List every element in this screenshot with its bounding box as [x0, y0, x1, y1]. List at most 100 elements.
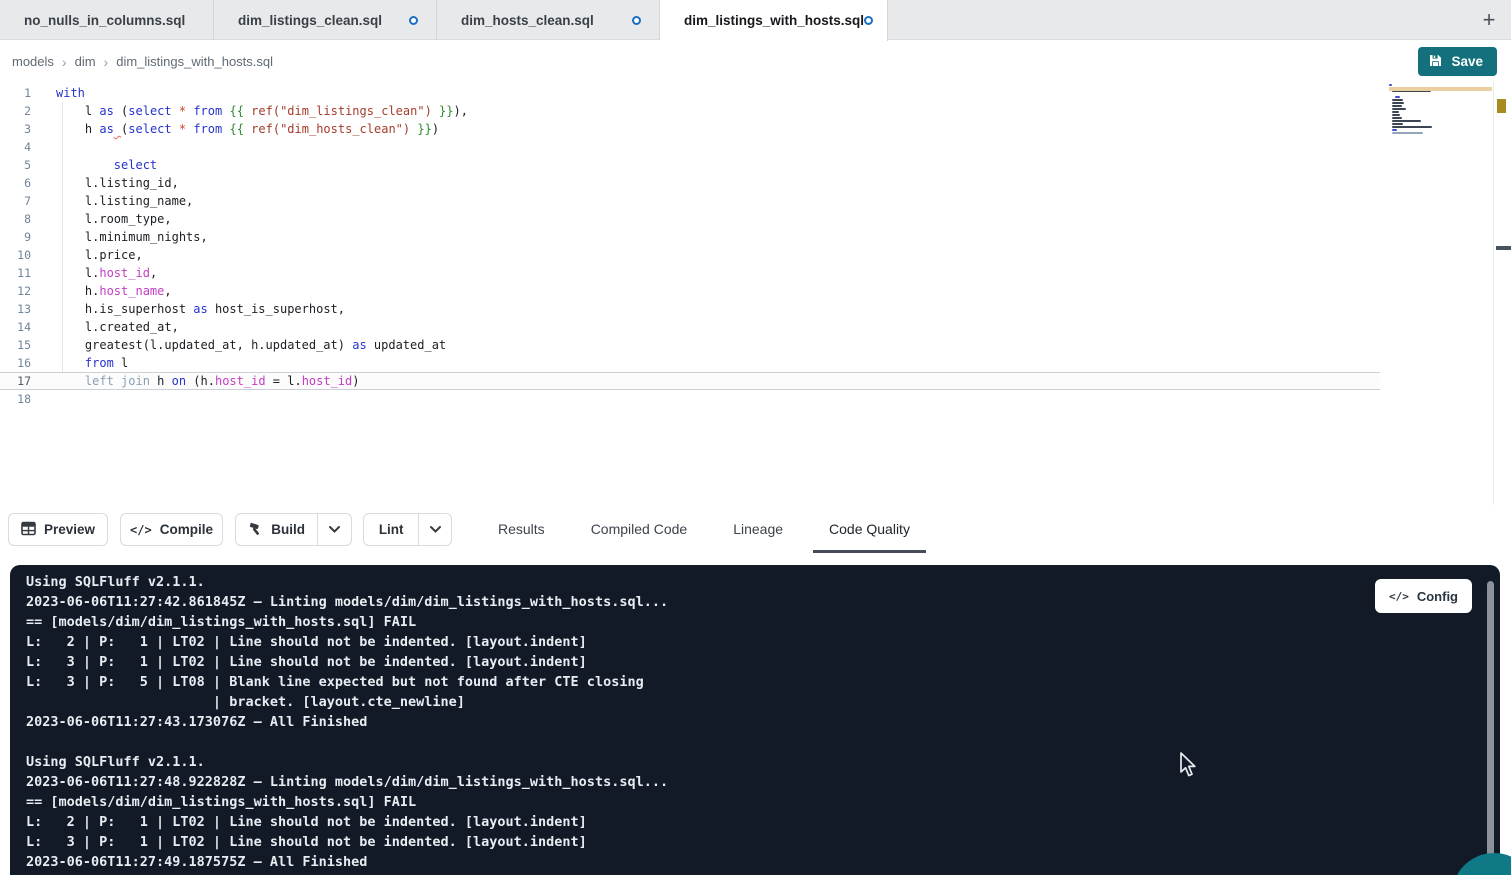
overview-ruler-position-marker	[1496, 246, 1511, 250]
terminal-line: L: 3 | P: 1 | LT02 | Line should not be …	[26, 834, 1500, 854]
new-tab-button[interactable]: +	[1467, 0, 1511, 40]
terminal-scrollbar[interactable]	[1487, 581, 1494, 865]
minimap-line	[1392, 132, 1422, 134]
terminal-line: L: 3 | P: 1 | LT02 | Line should not be …	[26, 654, 1500, 674]
unsaved-changes-dot	[632, 16, 641, 25]
terminal-line: 2023-06-06T11:27:43.173076Z – All Finish…	[26, 714, 1500, 734]
line-number: 6	[0, 174, 31, 192]
terminal-line: Using SQLFluff v2.1.1.	[26, 574, 1500, 594]
code-line[interactable]: 9 l.minimum_nights,	[0, 228, 1380, 246]
code-line[interactable]: 18	[0, 390, 1380, 408]
save-button[interactable]: Save	[1418, 47, 1497, 76]
code-line[interactable]: 5 select	[0, 156, 1380, 174]
minimap-line	[1392, 120, 1421, 122]
file-header-bar: models › dim › dim_listings_with_hosts.sql S…	[0, 41, 1511, 82]
breadcrumb-item[interactable]: models	[12, 54, 54, 69]
preview-grid-icon	[21, 521, 36, 539]
minimap-line	[1395, 96, 1400, 98]
result-tab-lineage[interactable]: Lineage	[717, 505, 799, 553]
code-text: greatest(l.updated_at, h.updated_at) as …	[56, 336, 446, 354]
terminal-line: L: 2 | P: 1 | LT02 | Line should not be …	[26, 634, 1500, 654]
code-line[interactable]: 14 l.created_at,	[0, 318, 1380, 336]
terminal-line: L: 2 | P: 1 | LT02 | Line should not be …	[26, 814, 1500, 834]
code-text: left join h on (h.host_id = l.host_id)	[56, 372, 360, 390]
terminal-line: L: 3 | P: 5 | LT08 | Blank line expected…	[26, 674, 1500, 694]
breadcrumb: models › dim › dim_listings_with_hosts.sql	[12, 41, 273, 82]
file-tab-label: no_nulls_in_columns.sql	[24, 13, 185, 28]
breadcrumb-item[interactable]: dim	[75, 54, 96, 69]
terminal-line: == [models/dim/dim_listings_with_hosts.s…	[26, 614, 1500, 634]
code-text: from l	[56, 354, 128, 372]
code-line[interactable]: 3 h as (select * from {{ ref("dim_hosts_…	[0, 120, 1380, 138]
line-number: 17	[0, 372, 31, 390]
minimap-line	[1392, 111, 1398, 113]
code-line[interactable]: 10 l.price,	[0, 246, 1380, 264]
code-text: l as (select * from {{ ref("dim_listings…	[56, 102, 468, 120]
file-tab-label: dim_listings_with_hosts.sql	[684, 13, 864, 28]
build-button-label: Build	[271, 522, 305, 537]
code-line[interactable]: 8 l.room_type,	[0, 210, 1380, 228]
line-number: 5	[0, 156, 31, 174]
line-number: 11	[0, 264, 31, 282]
compile-button[interactable]: </> Compile	[120, 513, 223, 546]
code-line[interactable]: 6 l.listing_id,	[0, 174, 1380, 192]
code-text: l.listing_id,	[56, 174, 179, 192]
line-number: 3	[0, 120, 31, 138]
result-tab-code-quality[interactable]: Code Quality	[813, 505, 926, 553]
line-number: 9	[0, 228, 31, 246]
terminal-line: 2023-06-06T11:27:42.861845Z – Linting mo…	[26, 594, 1500, 614]
code-line-current[interactable]: 17 left join h on (h.host_id = l.host_id…	[0, 372, 1380, 390]
code-line[interactable]: 11 l.host_id,	[0, 264, 1380, 282]
code-line[interactable]: 16 from l	[0, 354, 1380, 372]
config-button[interactable]: </> Config	[1375, 579, 1472, 613]
file-tab-dim_listings_clean[interactable]: dim_listings_clean.sql	[214, 0, 437, 40]
terminal-line: 2023-06-06T11:27:48.922828Z – Linting mo…	[26, 774, 1500, 794]
line-number: 2	[0, 102, 31, 120]
line-number: 16	[0, 354, 31, 372]
hammer-icon	[248, 521, 263, 539]
code-line[interactable]: 2 l as (select * from {{ ref("dim_listin…	[0, 102, 1380, 120]
code-line[interactable]: 4	[0, 138, 1380, 156]
code-line[interactable]: 7 l.listing_name,	[0, 192, 1380, 210]
code-line[interactable]: 15 greatest(l.updated_at, h.updated_at) …	[0, 336, 1380, 354]
editor-divider	[1493, 82, 1494, 505]
code-text: l.listing_name,	[56, 192, 193, 210]
code-line[interactable]: 13 h.is_superhost as host_is_superhost,	[0, 300, 1380, 318]
line-number: 18	[0, 390, 31, 408]
editor-toolbar: Preview </> Compile Build	[0, 505, 1511, 553]
line-number: 12	[0, 282, 31, 300]
unsaved-changes-dot	[409, 16, 418, 25]
breadcrumb-item[interactable]: dim_listings_with_hosts.sql	[116, 54, 273, 69]
code-editor[interactable]: 1with2 l as (select * from {{ ref("dim_l…	[0, 82, 1511, 505]
breadcrumb-separator: ›	[104, 54, 109, 70]
result-tab-results[interactable]: Results	[482, 505, 561, 553]
build-button[interactable]: Build	[236, 514, 317, 545]
code-text: with	[56, 84, 85, 102]
build-button-group: Build	[235, 513, 352, 546]
file-tab-dim_hosts_clean[interactable]: dim_hosts_clean.sql	[437, 0, 660, 40]
code-line[interactable]: 1with	[0, 84, 1380, 102]
minimap-line	[1392, 123, 1402, 125]
file-tab-dim_listings_with_hosts[interactable]: dim_listings_with_hosts.sql	[660, 0, 888, 41]
lint-dropdown-button[interactable]	[418, 514, 451, 545]
terminal-line: == [models/dim/dim_listings_with_hosts.s…	[26, 794, 1500, 814]
file-tab-no_nulls_in_columns[interactable]: no_nulls_in_columns.sql	[0, 0, 214, 40]
line-number: 4	[0, 138, 31, 156]
lint-output-terminal[interactable]: Using SQLFluff v2.1.1.2023-06-06T11:27:4…	[10, 565, 1500, 875]
minimap-line	[1392, 108, 1406, 110]
config-button-label: Config	[1417, 589, 1458, 604]
minimap-line	[1392, 117, 1402, 119]
code-line[interactable]: 12 h.host_name,	[0, 282, 1380, 300]
line-number: 10	[0, 246, 31, 264]
chevron-down-icon	[429, 521, 442, 539]
file-tab-label: dim_hosts_clean.sql	[461, 13, 594, 28]
preview-button[interactable]: Preview	[8, 513, 108, 546]
code-text: l.minimum_nights,	[56, 228, 208, 246]
breadcrumb-separator: ›	[62, 54, 67, 70]
lint-button[interactable]: Lint	[364, 514, 418, 545]
terminal-line: 2023-06-06T11:27:49.187575Z – All Finish…	[26, 854, 1500, 874]
code-brackets-icon: </>	[130, 523, 152, 537]
build-dropdown-button[interactable]	[317, 514, 351, 545]
minimap[interactable]	[1389, 84, 1493, 224]
result-tab-compiled-code[interactable]: Compiled Code	[575, 505, 704, 553]
